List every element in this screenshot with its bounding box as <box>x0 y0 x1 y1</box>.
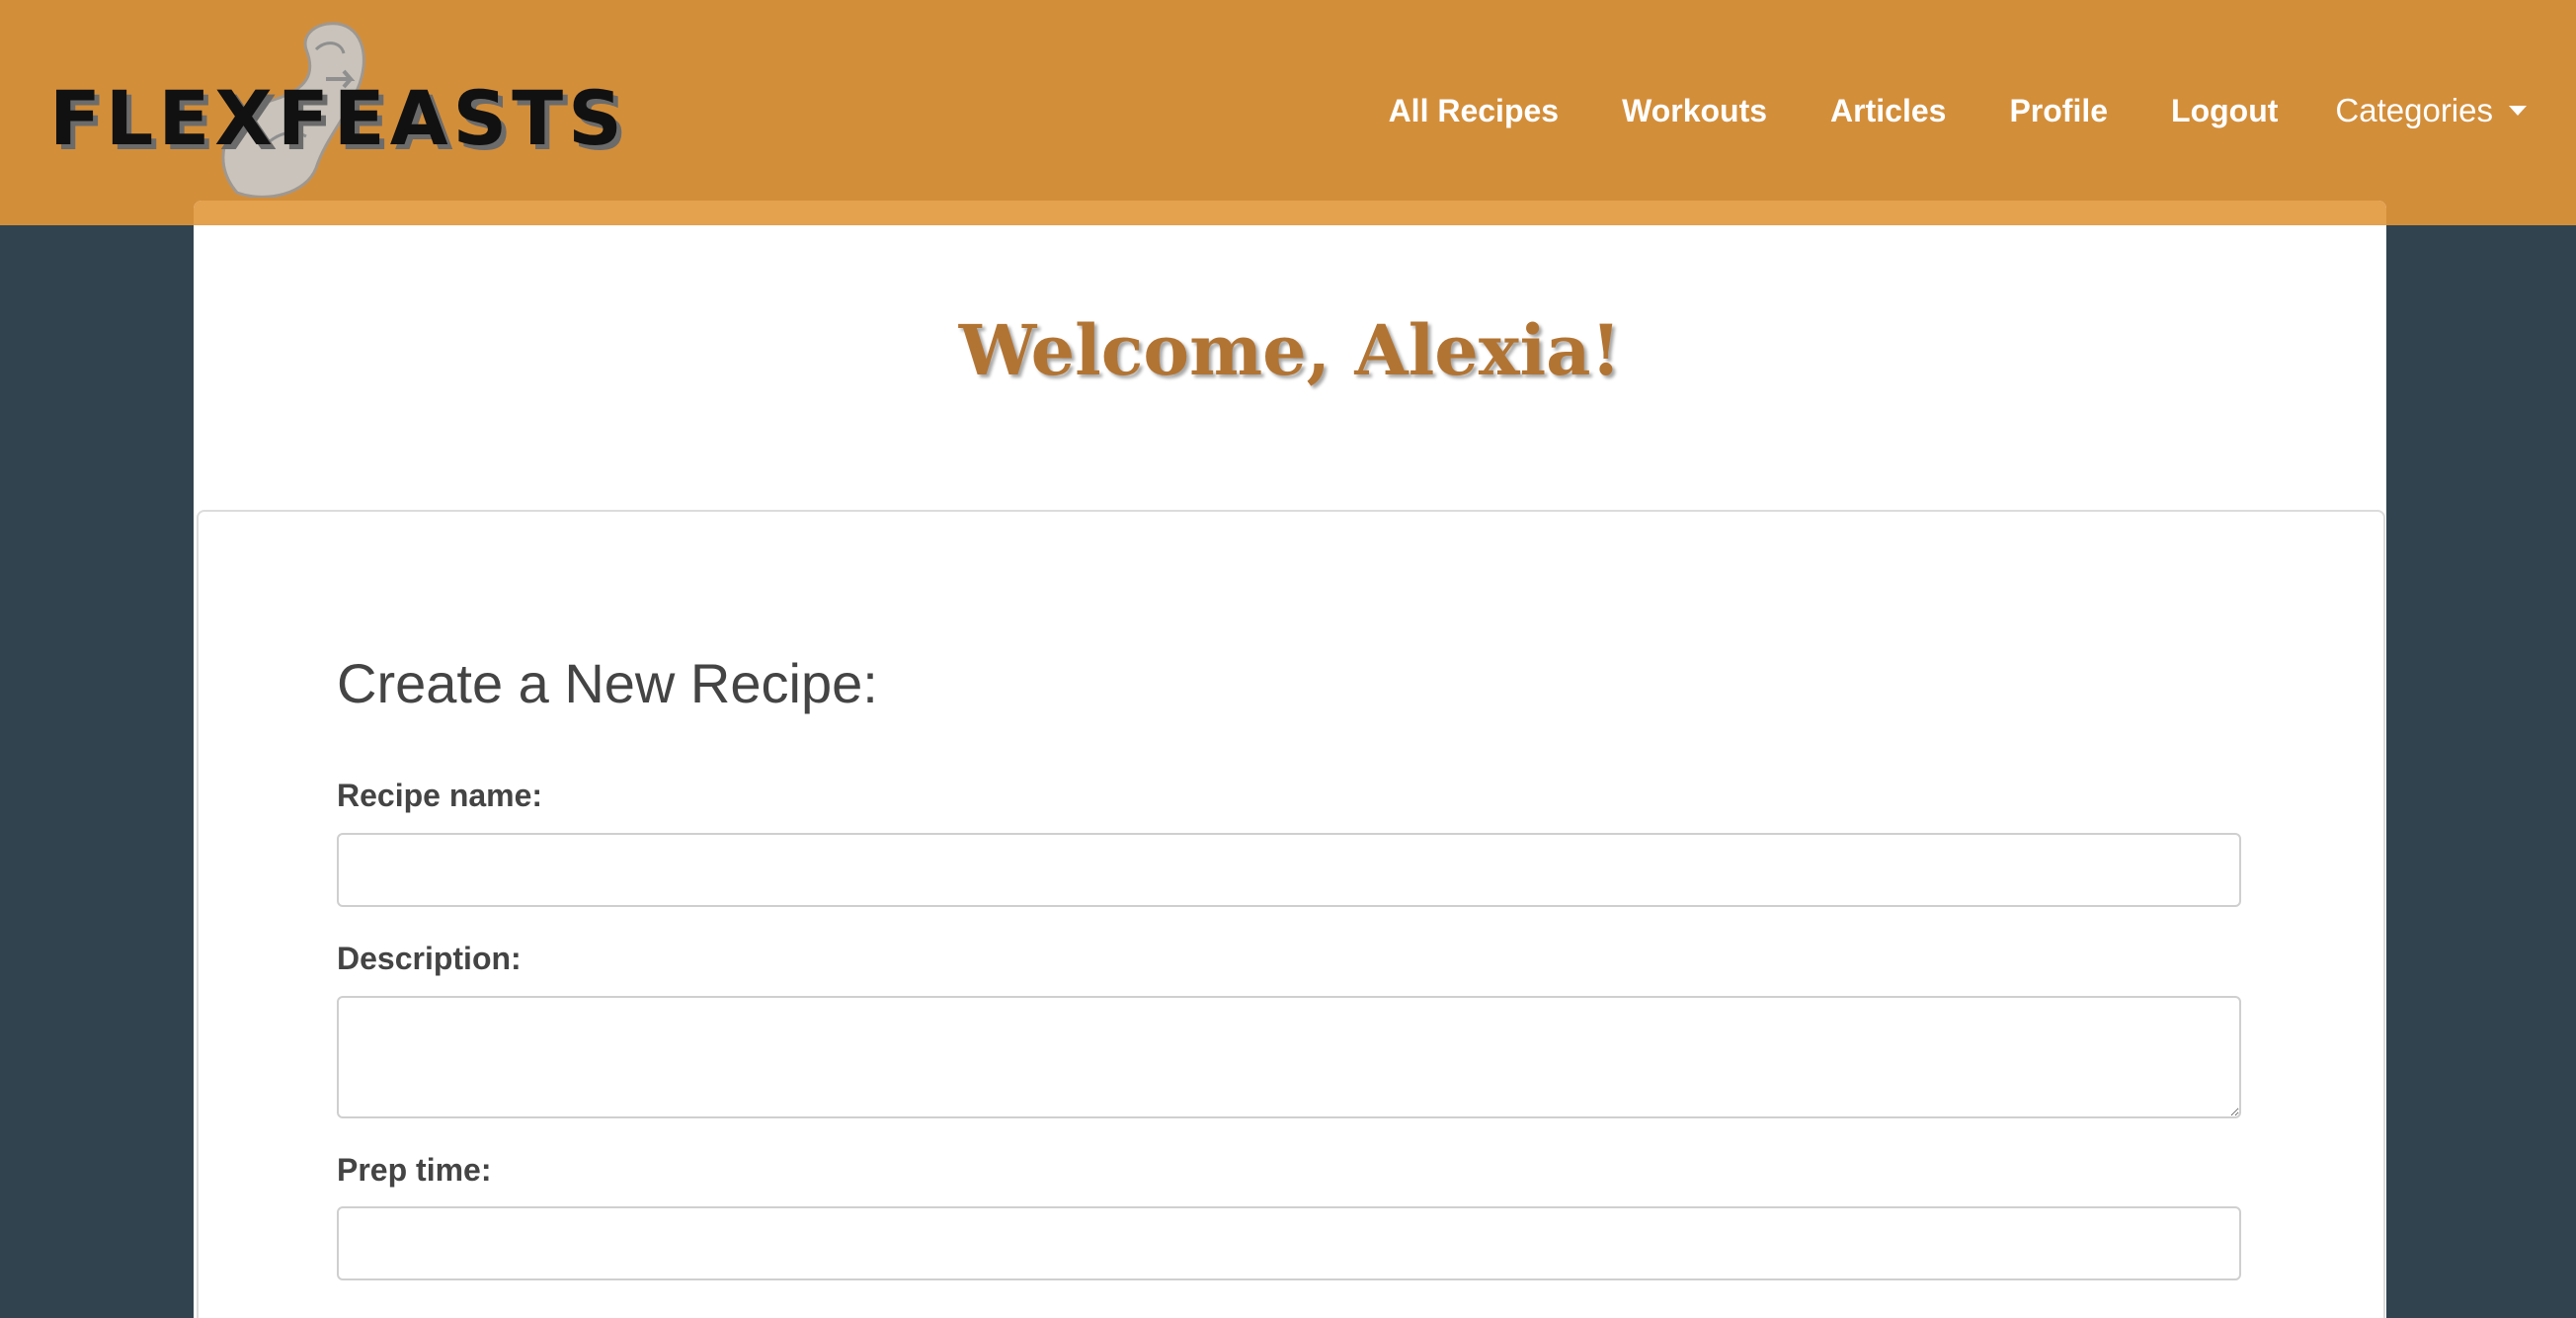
navbar: FLEXFEASTS All Recipes Workouts Articles… <box>0 0 2576 225</box>
brand-name: FLEXFEASTS <box>49 74 627 162</box>
welcome-heading: Welcome, Alexia! <box>958 309 1622 391</box>
description-textarea[interactable] <box>337 996 2241 1118</box>
categories-dropdown-label: Categories <box>2335 92 2493 128</box>
description-label: Description: <box>337 941 522 976</box>
prep-time-input[interactable] <box>337 1206 2241 1280</box>
nav-link-logout[interactable]: Logout <box>2171 81 2278 140</box>
categories-dropdown[interactable]: Categories <box>2335 81 2527 140</box>
nav-link-all-recipes[interactable]: All Recipes <box>1389 81 1560 140</box>
brand-logo[interactable]: FLEXFEASTS <box>49 20 622 198</box>
caret-down-icon <box>2509 106 2527 116</box>
nav-links: All Recipes Workouts Articles Profile Lo… <box>1326 81 2527 140</box>
form-title: Create a New Recipe: <box>337 652 878 714</box>
main-top-strip <box>194 201 2386 225</box>
main-content: Welcome, Alexia! Create a New Recipe: Re… <box>194 201 2386 1318</box>
nav-link-articles[interactable]: Articles <box>1830 81 1946 140</box>
nav-link-profile[interactable]: Profile <box>2009 81 2108 140</box>
nav-link-workouts[interactable]: Workouts <box>1622 81 1767 140</box>
create-recipe-form: Create a New Recipe: Recipe name: Descri… <box>197 510 2385 1318</box>
recipe-name-label: Recipe name: <box>337 778 543 813</box>
prep-time-label: Prep time: <box>337 1152 492 1188</box>
recipe-name-input[interactable] <box>337 833 2241 907</box>
page: FLEXFEASTS All Recipes Workouts Articles… <box>0 0 2576 1318</box>
